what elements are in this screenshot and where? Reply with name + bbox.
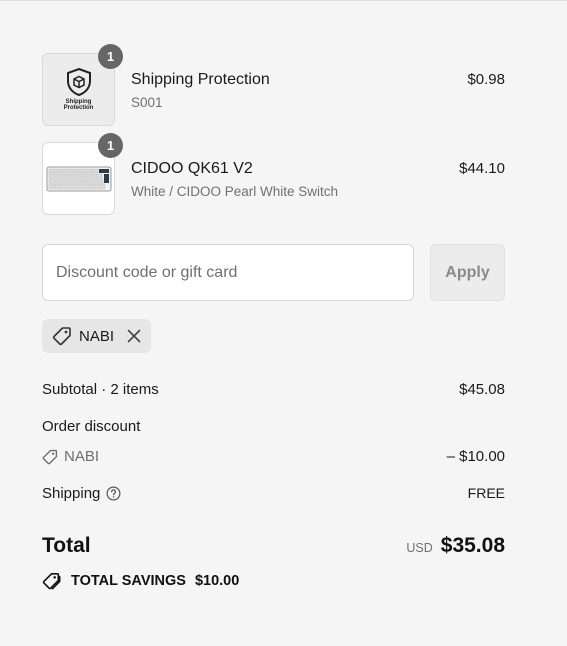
item-name: CIDOO QK61 V2 [131, 160, 253, 177]
quantity-badge: 1 [98, 44, 123, 69]
quantity-badge: 1 [98, 133, 123, 158]
discount-value: – $10.00 [446, 448, 505, 465]
tag-icon [42, 572, 61, 590]
subtotal-value: $45.08 [459, 381, 505, 398]
currency-code: USD [406, 541, 433, 555]
total-amount-group: USD $35.08 [406, 534, 505, 558]
item-variant: S001 [131, 95, 163, 110]
total-savings-value: $10.00 [194, 573, 240, 589]
close-icon[interactable] [127, 329, 141, 343]
applied-discount-chip: NABI [42, 319, 151, 353]
subtotal-label: Subtotal · 2 items [42, 381, 159, 398]
total-savings-label: TOTAL SAVINGS [71, 573, 186, 589]
total-value: $35.08 [440, 534, 505, 557]
product-image-label: Shipping Protection [63, 99, 94, 111]
item-variant: White / CIDOO Pearl White Switch [131, 184, 339, 199]
total-label: Total [42, 534, 91, 557]
shipping-row: Shipping FREE [42, 485, 505, 502]
discount-code-row: NABI – $10.00 [42, 448, 505, 465]
item-name: Shipping Protection [131, 71, 270, 88]
order-summary: Shipping Protection 1 Shipping Protection… [0, 0, 567, 646]
apply-discount-button[interactable]: Apply [430, 244, 505, 301]
keyboard-image [46, 166, 111, 191]
shipping-label: Shipping [42, 485, 101, 502]
shipping-value: FREE [467, 485, 505, 501]
tag-icon [42, 449, 58, 464]
item-price: $44.10 [459, 160, 505, 177]
line-item-shipping-protection: Shipping Protection 1 Shipping Protection… [42, 44, 505, 126]
subtotal-row: Subtotal · 2 items $45.08 [42, 381, 505, 398]
discount-code-label: NABI [64, 448, 100, 465]
line-item-keyboard: 1 CIDOO QK61 V2 White / CIDOO Pearl Whit… [42, 133, 505, 215]
discount-code-input[interactable] [42, 244, 414, 301]
tag-icon [52, 327, 71, 346]
remove-discount-button[interactable] [127, 329, 141, 343]
total-savings-row: TOTAL SAVINGS $10.00 [42, 572, 239, 590]
shield-box-icon [66, 68, 91, 96]
item-price: $0.98 [467, 71, 505, 88]
help-circle-icon[interactable] [106, 486, 121, 501]
applied-code-label: NABI [79, 327, 115, 345]
order-discount-label: Order discount [42, 418, 141, 435]
order-discount-row: Order discount [42, 418, 505, 435]
